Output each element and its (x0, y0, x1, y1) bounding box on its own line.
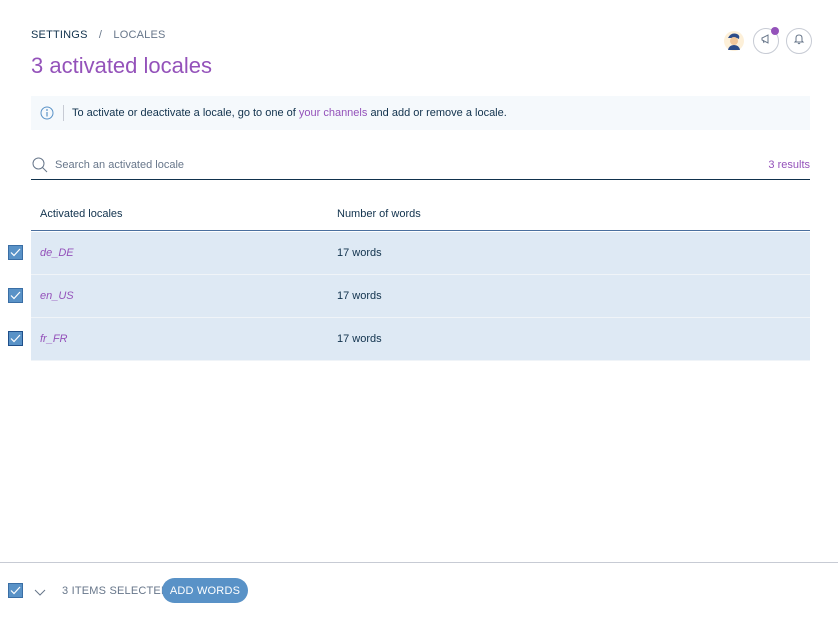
check-icon (10, 287, 21, 305)
row-locale[interactable]: fr_FR (40, 333, 68, 345)
row-words: 17 words (337, 290, 382, 302)
info-text-before: To activate or deactivate a locale, go t… (72, 107, 296, 119)
check-icon (10, 244, 21, 262)
announcements-button[interactable] (753, 27, 779, 54)
row-background (31, 275, 810, 318)
info-text-after: and add or remove a locale. (370, 107, 507, 119)
megaphone-icon (760, 32, 772, 50)
table-row[interactable]: en_US 17 words (0, 275, 838, 318)
table-body: de_DE 17 words en_US 17 words fr_FR 17 w… (0, 232, 838, 361)
row-locale[interactable]: en_US (40, 290, 74, 302)
row-background (31, 232, 810, 275)
check-icon (10, 582, 21, 600)
search-input[interactable] (55, 158, 769, 171)
select-all-checkbox[interactable] (8, 583, 23, 598)
info-divider (63, 105, 64, 121)
column-header-words: Number of words (337, 208, 421, 220)
info-helper: To activate or deactivate a locale, go t… (31, 96, 810, 130)
row-locale[interactable]: de_DE (40, 247, 74, 259)
header-actions (722, 27, 812, 54)
notifications-button[interactable] (786, 28, 812, 54)
breadcrumb: SETTINGS / LOCALES (31, 29, 166, 41)
breadcrumb-settings-link[interactable]: SETTINGS (31, 29, 88, 41)
row-checkbox[interactable] (8, 288, 23, 303)
notification-dot (771, 27, 779, 35)
breadcrumb-separator: / (98, 29, 103, 41)
search-icon (31, 156, 49, 174)
column-header-locale: Activated locales (40, 208, 123, 220)
row-words: 17 words (337, 247, 382, 259)
add-words-button[interactable]: ADD WORDS (162, 578, 248, 603)
row-checkbox[interactable] (8, 331, 23, 346)
info-icon (40, 106, 54, 120)
search-bar: 3 results (31, 150, 810, 180)
breadcrumb-current: LOCALES (113, 29, 166, 41)
row-words: 17 words (337, 333, 382, 345)
page-title: 3 activated locales (31, 53, 212, 78)
row-checkbox[interactable] (8, 245, 23, 260)
channels-link[interactable]: your channels (299, 107, 368, 119)
table-row[interactable]: fr_FR 17 words (0, 318, 838, 361)
table-row[interactable]: de_DE 17 words (0, 232, 838, 275)
table-header: Activated locales Number of words (31, 198, 810, 231)
chevron-down-icon[interactable] (34, 584, 46, 596)
user-avatar-icon[interactable] (722, 29, 746, 53)
selected-count: 3 ITEMS SELECTED (62, 585, 170, 597)
bulk-actions-bar: 3 ITEMS SELECTED ADD WORDS (0, 562, 838, 619)
bell-icon (793, 32, 805, 50)
results-count: 3 results (768, 158, 810, 171)
check-icon (10, 330, 21, 348)
row-background (31, 318, 810, 361)
